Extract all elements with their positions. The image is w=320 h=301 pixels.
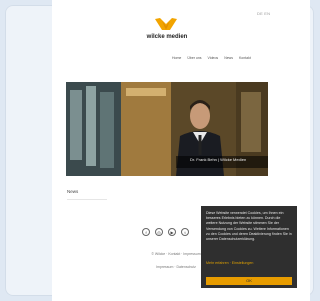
nav-item-about[interactable]: Über uns [187, 56, 201, 60]
brand-logo-icon [155, 18, 177, 30]
facebook-icon[interactable]: f [142, 228, 150, 236]
hero-image: Dr. Frank Behn | Wilcke Medien [66, 82, 268, 176]
cookie-banner: Diese Website verwendet Cookies, um Ihne… [201, 206, 297, 288]
nav-item-videos[interactable]: Videos [208, 56, 219, 60]
language-switcher[interactable]: DE EN [257, 11, 270, 16]
social-links: f ◎ ▶ t [142, 228, 189, 236]
nav-item-home[interactable]: Home [172, 56, 181, 60]
brand-name: wilcke medien [146, 34, 188, 40]
news-divider [67, 199, 107, 200]
cookie-links[interactable]: Mehr erfahren · Einstellungen [206, 261, 292, 266]
youtube-icon[interactable]: ▶ [168, 228, 176, 236]
hero-caption: Dr. Frank Behn | Wilcke Medien [190, 157, 247, 162]
main-navigation: Home Über uns Videos News Kontakt [172, 56, 251, 60]
footer-line-2[interactable]: Impressum · Datenschutz [146, 265, 206, 269]
news-heading: News [67, 189, 79, 194]
twitter-icon[interactable]: t [181, 228, 189, 236]
cookie-text: Diese Website verwendet Cookies, um Ihne… [206, 211, 292, 242]
web-page: DE EN wilcke medien Home Über uns Videos… [52, 0, 310, 301]
nav-item-news[interactable]: News [224, 56, 233, 60]
instagram-icon[interactable]: ◎ [155, 228, 163, 236]
footer-line-1[interactable]: © Wilcke · Kontakt · Impressum [146, 252, 206, 256]
cookie-accept-button[interactable]: OK [206, 277, 292, 285]
nav-item-contact[interactable]: Kontakt [239, 56, 251, 60]
